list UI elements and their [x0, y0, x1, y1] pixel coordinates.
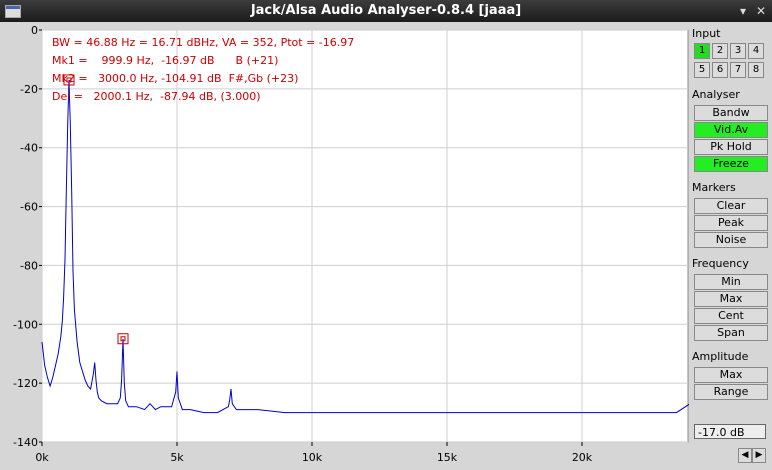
amplitude-value-field[interactable]: -17.0 dB — [694, 424, 766, 439]
minimize-button[interactable]: ▾ — [735, 3, 751, 19]
control-panel: Input 1234 5678 Analyser Bandw Vid.Av Pk … — [689, 22, 772, 470]
markers-label: Markers — [692, 181, 736, 194]
markers-noise-button[interactable]: Noise — [694, 232, 768, 248]
y-tick-label: 0 — [31, 24, 38, 37]
input-channel-8-button[interactable]: 8 — [748, 62, 764, 78]
amplitude-label: Amplitude — [692, 350, 749, 363]
x-tick-label: 15k — [437, 451, 458, 464]
x-tick-label: 10k — [302, 451, 323, 464]
y-tick-label: -80 — [20, 259, 38, 272]
input-channel-7-button[interactable]: 7 — [730, 62, 746, 78]
vidav-button[interactable]: Vid.Av — [694, 122, 768, 138]
input-channel-2-button[interactable]: 2 — [712, 43, 728, 59]
x-tick-label: 0k — [35, 451, 49, 464]
scroll-right-icon[interactable]: ▶ — [752, 448, 766, 463]
readout-line-2: Mk1 = 999.9 Hz, -16.97 dB B (+21) — [52, 54, 278, 67]
main-area: 0 -20 -40 -60 -80 -100 -120 -140 0k 5k 10k 15k 2 0k … — [0, 22, 772, 470]
readout-line-4: Del = 2000.1 Hz, -87.94 dB, (3.000) — [52, 90, 261, 103]
y-axis-labels: 0 -20 -40 -60 -80 -100 -120 -140 — [13, 24, 42, 449]
scroll-left-icon[interactable]: ◀ — [738, 448, 752, 463]
frequency-label: Frequency — [692, 257, 749, 270]
input-channel-5-button[interactable]: 5 — [694, 62, 710, 78]
title-bar: Jack/Alsa Audio Analyser-0.8.4 [jaaa] ▾ … — [0, 0, 772, 22]
frequency-cent-button[interactable]: Cent — [694, 308, 768, 324]
y-tick-label: -60 — [20, 201, 38, 214]
amplitude-max-button[interactable]: Max — [694, 367, 768, 383]
spectrum-plot[interactable]: 0-20-40-60-80-100-120-140 0k 5k 10k 15k 20k … — [0, 22, 689, 470]
amplitude-range-button[interactable]: Range — [694, 384, 768, 400]
y-tick-label: -120 — [13, 377, 38, 390]
input-channel-1-button[interactable]: 1 — [694, 43, 710, 59]
input-channel-4-button[interactable]: 4 — [748, 43, 764, 59]
window-title: Jack/Alsa Audio Analyser-0.8.4 [jaaa] — [250, 3, 522, 18]
close-button[interactable]: ✕ — [753, 3, 769, 19]
input-label: Input — [692, 27, 721, 40]
pkhold-button[interactable]: Pk Hold — [694, 139, 768, 155]
y-tick-label: -140 — [13, 436, 38, 449]
x-tick-label: 5k — [170, 451, 184, 464]
y-tick-label: -100 — [13, 318, 38, 331]
frequency-max-button[interactable]: Max — [694, 291, 768, 307]
bandw-button[interactable]: Bandw — [694, 105, 768, 121]
markers-clear-button[interactable]: Clear — [694, 198, 768, 214]
readout-line-1: BW = 46.88 Hz = 16.71 dBHz, VA = 352, Pt… — [52, 36, 354, 49]
y-tick-label: -20 — [20, 83, 38, 96]
x-axis-labels: 0k 5k 10k 15k 20k — [35, 442, 593, 464]
input-channel-3-button[interactable]: 3 — [730, 43, 746, 59]
markers-peak-button[interactable]: Peak — [694, 215, 768, 231]
analyser-label: Analyser — [692, 88, 740, 101]
freeze-button[interactable]: Freeze — [694, 156, 768, 172]
x-tick-label: 20k — [572, 451, 593, 464]
input-channel-6-button[interactable]: 6 — [712, 62, 728, 78]
y-tick-label: -40 — [20, 142, 38, 155]
readout-line-3: Mk2 = 3000.0 Hz, -104.91 dB F#,Gb (+23) — [52, 72, 298, 85]
frequency-min-button[interactable]: Min — [694, 274, 768, 290]
frequency-span-button[interactable]: Span — [694, 325, 768, 341]
